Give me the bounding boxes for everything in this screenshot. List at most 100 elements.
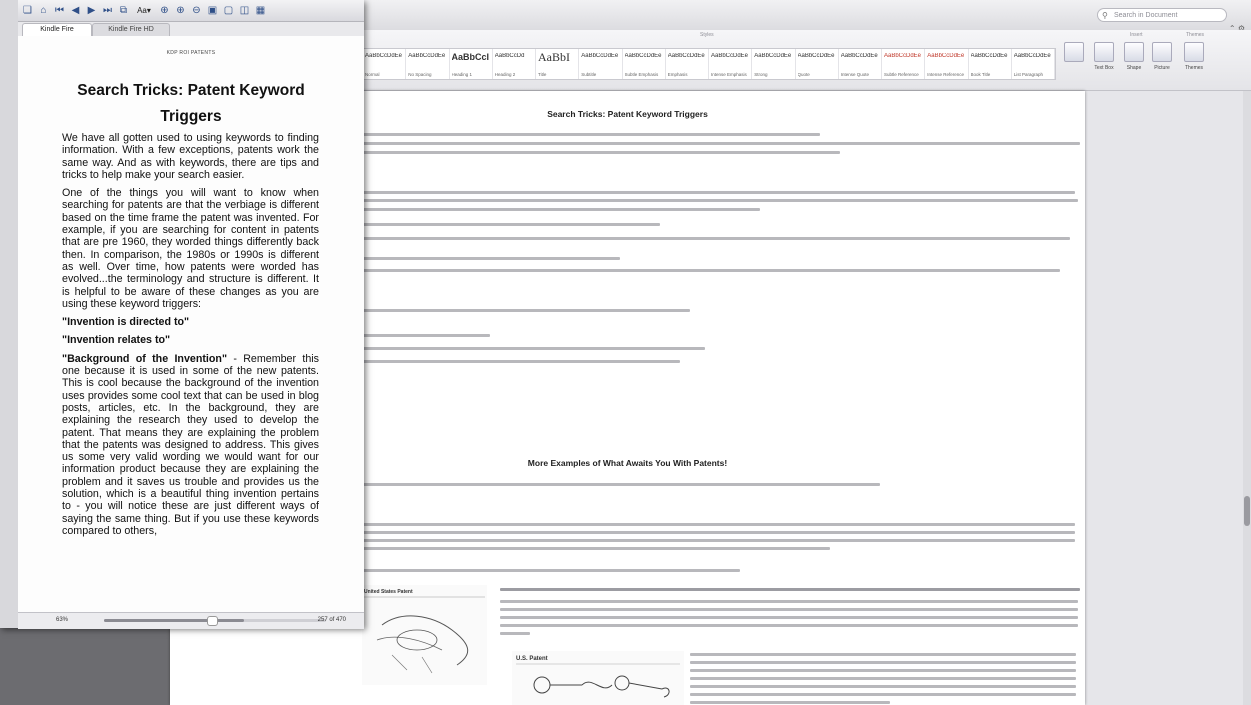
device-tabs: Kindle Fire Kindle Fire HD	[18, 22, 364, 37]
text-line	[360, 547, 830, 550]
style-tile[interactable]: AaBbCcDdEe Book Title	[969, 49, 1012, 79]
style-tile[interactable]: AaBbCcDdEe Intense Reference	[925, 49, 969, 79]
progress-slider-handle[interactable]	[206, 616, 218, 626]
style-tile[interactable]: AaBbCcDdEe List Paragraph	[1012, 49, 1055, 79]
style-sample: AaBbCcDdEe	[927, 53, 965, 59]
style-sample: AaBbCcDdEe	[408, 53, 446, 59]
text-line	[360, 237, 1070, 240]
font-size-icon[interactable]: Aa▾	[133, 4, 155, 17]
style-sample: AaBbI	[538, 50, 570, 64]
paragraph-lead: "Background of the Invention"	[62, 352, 228, 365]
keyword-trigger: "Invention relates to"	[62, 334, 171, 347]
style-tile[interactable]: AaBbCcDdEe Strong	[752, 49, 796, 79]
style-name: Emphasis	[667, 72, 688, 77]
picture-button[interactable]: Picture	[1150, 42, 1174, 71]
style-sample: AaBbCcDdEe	[1013, 53, 1051, 59]
style-sample: AaBbCcDdEe	[754, 53, 792, 59]
text-line	[360, 531, 1075, 534]
copy-icon[interactable]: ⧉	[117, 4, 130, 17]
style-tile[interactable]: AaBbCcDdEe No Spacing	[406, 49, 450, 79]
style-name: Heading 2	[494, 72, 516, 77]
svg-text:United States Patent: United States Patent	[364, 589, 413, 595]
text-box-icon	[1094, 42, 1114, 62]
orientation-icon[interactable]: ◫	[238, 4, 251, 17]
style-name: Strong	[754, 72, 768, 77]
body-paragraph: We have all gotten used to using keyword…	[62, 132, 319, 181]
style-tile[interactable]: AaBbCcDdEe Normal	[363, 49, 407, 79]
style-tile[interactable]: AaBbCcDdEe Intense Quote	[839, 49, 882, 79]
style-tile[interactable]: AaBbCcDdEe Quote	[796, 49, 839, 79]
style-tile[interactable]: AaBbI Title	[536, 49, 580, 79]
chapter-body: We have all gotten used to using keyword…	[62, 132, 319, 543]
patent-drawing-image-2: U.S. Patent	[512, 651, 684, 705]
first-page-icon[interactable]: ⏮	[53, 4, 66, 17]
word-search-field[interactable]: ⚲ Search in Document	[1097, 8, 1227, 22]
kindle-previewer-window: ❏ ⌂ ⏮ ◀ ▶ ⏭ ⧉ Aa▾ ⊕ ⊕ ⊖ ▣ ▢ ◫ ▦ Kindle F…	[0, 0, 364, 629]
kindle-page[interactable]: KDP ROI PATENTS Search Tricks: Patent Ke…	[18, 36, 364, 612]
themes-label: Themes	[1184, 65, 1204, 71]
tab-kindle-fire[interactable]: Kindle Fire	[22, 23, 92, 36]
text-line	[360, 199, 1078, 202]
picture-icon	[1152, 42, 1172, 62]
style-tile[interactable]: AaBbCcDdEe Intense Emphasis	[709, 49, 753, 79]
style-tile[interactable]: AaBbCcDdEe Subtle Reference	[882, 49, 926, 79]
last-page-icon[interactable]: ⏭	[101, 4, 114, 17]
text-line	[690, 669, 1076, 672]
text-line	[690, 677, 1076, 680]
style-tile[interactable]: AaBbCcDdEe Subtitle	[579, 49, 623, 79]
style-tile[interactable]: AaBbCcDd Heading 2	[493, 49, 536, 79]
text-line	[690, 653, 1076, 656]
style-sample: AaBbCcDdEe	[581, 53, 619, 59]
style-name: Subtle Reference	[884, 72, 919, 77]
open-book-icon[interactable]: ❏	[21, 4, 34, 17]
progress-fill	[104, 619, 244, 622]
text-box-label: Text Box	[1094, 65, 1114, 71]
settings-icon[interactable]: ▦	[254, 4, 267, 17]
text-line	[500, 588, 1080, 591]
styles-group-label: Styles	[700, 32, 714, 38]
style-name: Subtitle	[581, 72, 597, 77]
style-name: Book Title	[970, 72, 991, 77]
body-paragraph: One of the things you will want to know …	[62, 187, 319, 310]
zoom-out-icon[interactable]: ⊖	[190, 4, 203, 17]
home-icon[interactable]: ⌂	[37, 4, 50, 17]
style-sample: AaBbCcDdEe	[624, 53, 662, 59]
style-tile[interactable]: AaBbCcDdEe Subtle Emphasis	[623, 49, 666, 79]
text-line	[360, 223, 660, 226]
kindle-toolbar: ❏ ⌂ ⏮ ◀ ▶ ⏭ ⧉ Aa▾ ⊕ ⊕ ⊖ ▣ ▢ ◫ ▦	[18, 0, 364, 22]
fit-page-icon[interactable]: ▣	[206, 4, 219, 17]
style-tile[interactable]: AaBbCcDdEe Emphasis	[666, 49, 709, 79]
reading-progress-bar[interactable]	[104, 616, 326, 626]
text-line	[360, 269, 1060, 272]
previous-page-icon[interactable]: ◀	[69, 4, 82, 17]
patent-drawing-image: United States Patent	[362, 585, 487, 685]
reading-percent: 63%	[56, 617, 69, 623]
text-line	[690, 685, 1076, 688]
styles-gallery: AaBbCcDdEe Normal AaBbCcDdEe No Spacing Aa…	[362, 48, 1056, 80]
style-tile[interactable]: AaBbCcI Heading 1	[450, 49, 493, 79]
zoom-icon[interactable]: ⊕	[158, 4, 171, 17]
next-page-icon[interactable]: ▶	[85, 4, 98, 17]
device-icon[interactable]: ▢	[222, 4, 235, 17]
vertical-scrollbar[interactable]	[1243, 91, 1251, 705]
text-line	[360, 360, 680, 363]
location-indicator: 257 of 470	[317, 617, 346, 623]
styles-pane-button[interactable]	[1062, 42, 1086, 62]
shape-button[interactable]: Shape	[1122, 42, 1146, 71]
zoom-in-icon[interactable]: ⊕	[174, 4, 187, 17]
style-sample: AaBbCcDdEe	[711, 53, 749, 59]
style-sample: AaBbCcDdEe	[970, 53, 1008, 59]
tab-kindle-fire-hd[interactable]: Kindle Fire HD	[92, 23, 170, 36]
style-name: Normal	[365, 72, 380, 77]
scrollbar-thumb[interactable]	[1244, 496, 1250, 526]
style-name: Subtle Emphasis	[624, 72, 659, 77]
text-line	[360, 208, 760, 211]
style-sample: AaBbCcI	[451, 52, 490, 62]
themes-button[interactable]: Themes	[1182, 42, 1206, 71]
text-line	[360, 191, 1075, 194]
body-paragraph: "Background of the Invention" - Remember…	[62, 353, 319, 537]
styles-pane-icon	[1064, 42, 1084, 62]
svg-text:U.S. Patent: U.S. Patent	[516, 656, 548, 662]
style-sample: AaBbCcDdEe	[840, 53, 878, 59]
text-box-button[interactable]: Text Box	[1092, 42, 1116, 71]
